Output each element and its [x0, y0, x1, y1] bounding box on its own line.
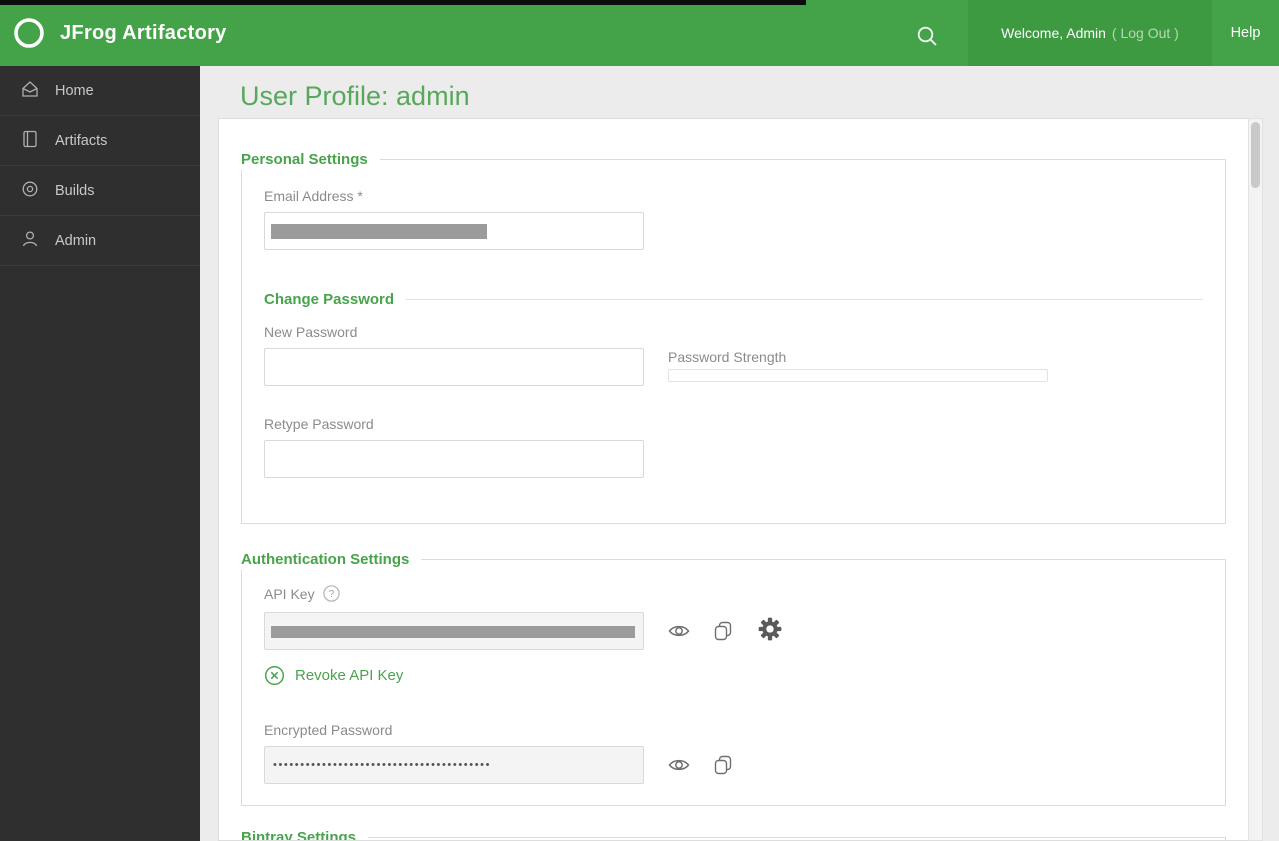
- revoke-api-key-button[interactable]: Revoke API Key: [264, 665, 403, 686]
- sidebar-item-admin[interactable]: Admin: [0, 216, 200, 266]
- vertical-scrollbar[interactable]: [1248, 118, 1263, 841]
- scrollbar-thumb[interactable]: [1251, 122, 1260, 188]
- change-password-heading: Change Password: [264, 291, 395, 308]
- sidebar-item-home[interactable]: Home: [0, 66, 200, 116]
- admin-icon: [20, 229, 40, 253]
- api-key-regenerate-gear-icon[interactable]: [757, 616, 783, 642]
- jfrog-logo-icon[interactable]: [10, 14, 48, 52]
- encrypted-password-copy-icon[interactable]: [712, 754, 734, 776]
- new-password-input[interactable]: [264, 348, 644, 386]
- encrypted-password-show-eye-icon[interactable]: [667, 753, 691, 777]
- home-icon: [20, 79, 40, 103]
- encrypted-password-input[interactable]: [264, 746, 644, 784]
- authentication-settings-heading: Authentication Settings: [241, 550, 422, 570]
- main-content: User Profile: admin Personal Settings Em…: [200, 66, 1279, 841]
- sidebar-item-label: Builds: [55, 182, 95, 199]
- sidebar-item-artifacts[interactable]: Artifacts: [0, 116, 200, 166]
- welcome-block: Welcome, Admin ( Log Out ): [968, 0, 1212, 66]
- svg-text:?: ?: [328, 589, 334, 600]
- artifacts-icon: [20, 129, 40, 153]
- personal-settings-section: Personal Settings Email Address * Change…: [241, 150, 1226, 524]
- sidebar-item-label: Artifacts: [55, 132, 108, 149]
- api-key-redaction: [271, 626, 635, 638]
- help-link[interactable]: Help: [1212, 0, 1279, 66]
- api-key-input[interactable]: [264, 612, 644, 650]
- authentication-settings-section: Authentication Settings API Key ? Revoke…: [241, 550, 1226, 806]
- api-key-show-eye-icon[interactable]: [667, 619, 691, 643]
- encrypted-password-label: Encrypted Password: [264, 722, 393, 738]
- api-key-copy-icon[interactable]: [712, 620, 734, 642]
- top-header: JFrog Artifactory Welcome, Admin ( Log O…: [0, 0, 1279, 66]
- profile-panel: Personal Settings Email Address * Change…: [218, 118, 1248, 841]
- sidebar: Home Artifacts Builds Admin: [0, 66, 200, 841]
- revoke-x-circle-icon: [264, 665, 285, 686]
- revoke-api-key-label: Revoke API Key: [295, 667, 404, 684]
- logout-link[interactable]: ( Log Out ): [1112, 25, 1179, 41]
- bintray-settings-heading: Bintray Settings: [241, 828, 369, 840]
- bintray-settings-section: Bintray Settings: [241, 828, 1226, 840]
- email-redaction: [271, 224, 487, 239]
- retype-password-label: Retype Password: [264, 416, 374, 432]
- screen: { "colors": { "header_green": "#44a248",…: [0, 0, 1279, 841]
- retype-password-input[interactable]: [264, 440, 644, 478]
- builds-icon: [20, 179, 40, 203]
- sidebar-item-label: Home: [55, 82, 94, 99]
- search-icon[interactable]: [914, 23, 942, 51]
- api-key-label-row: API Key ?: [264, 585, 340, 602]
- page-title: User Profile: admin: [240, 81, 470, 111]
- password-strength-label: Password Strength: [668, 349, 787, 365]
- personal-settings-heading: Personal Settings: [241, 150, 380, 170]
- email-address-input[interactable]: [264, 212, 644, 250]
- brand-title[interactable]: JFrog Artifactory: [60, 0, 227, 66]
- sidebar-item-label: Admin: [55, 232, 97, 249]
- change-password-heading-row: Change Password: [264, 291, 1203, 308]
- top-black-strip: [0, 0, 806, 5]
- sidebar-item-builds[interactable]: Builds: [0, 166, 200, 216]
- api-key-help-icon[interactable]: ?: [322, 585, 340, 602]
- welcome-text: Welcome, Admin: [1001, 25, 1106, 41]
- email-address-label: Email Address *: [264, 188, 363, 204]
- password-strength-meter: [668, 369, 1048, 382]
- api-key-label: API Key: [264, 585, 315, 602]
- heading-rule: [406, 299, 1203, 300]
- new-password-label: New Password: [264, 324, 358, 340]
